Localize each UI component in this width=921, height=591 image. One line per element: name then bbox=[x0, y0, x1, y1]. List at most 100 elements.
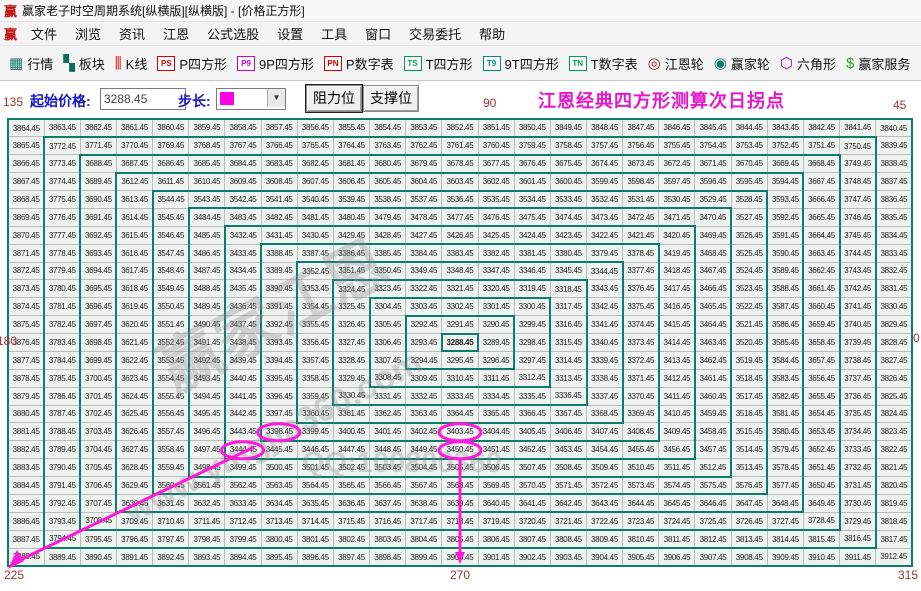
price-cell: 3663.45 bbox=[803, 244, 839, 262]
resistance-button[interactable]: 阻力位 bbox=[306, 85, 362, 112]
toolbar-item-p-square[interactable]: PSP四方形 bbox=[157, 54, 227, 73]
toolbar-item-t-number-table[interactable]: TNT数字表 bbox=[569, 54, 638, 73]
price-cell: 3342.45 bbox=[587, 298, 623, 316]
price-cell: 3656.45 bbox=[803, 369, 839, 387]
price-cell: 3608.45 bbox=[261, 173, 297, 191]
menu-item[interactable]: 公式选股 bbox=[198, 27, 268, 42]
price-cell: 3724.45 bbox=[659, 512, 695, 530]
step-color-combobox[interactable]: ▼ bbox=[216, 88, 286, 110]
toolbar-item-sectors[interactable]: ▚板块 bbox=[63, 54, 105, 73]
price-cell: 3647.45 bbox=[731, 494, 767, 512]
price-cell: 3364.45 bbox=[442, 405, 478, 423]
toolbar-item-winner-service[interactable]: $赢家服务 bbox=[846, 54, 910, 73]
menu-item[interactable]: 设置 bbox=[268, 27, 312, 42]
price-cell: 3729.45 bbox=[840, 512, 876, 530]
menu-item[interactable]: 窗口 bbox=[356, 27, 400, 42]
toolbar-item-p-number-table[interactable]: PNP数字表 bbox=[324, 54, 394, 73]
price-cell: 3498.45 bbox=[189, 459, 225, 477]
price-cell: 3809.45 bbox=[587, 530, 623, 548]
price-cell: 3719.45 bbox=[478, 512, 514, 530]
hexagon-icon: ⬡ bbox=[780, 56, 793, 71]
price-cell: 3686.45 bbox=[153, 155, 189, 173]
price-cell: 3827.45 bbox=[876, 351, 912, 369]
toolbar-item-kline[interactable]: ⫼K线 bbox=[115, 54, 148, 73]
price-cell: 3316.45 bbox=[550, 316, 586, 334]
toolbar-item-label: 江恩轮 bbox=[665, 54, 704, 73]
toolbar-item-hexagon[interactable]: ⬡六角形 bbox=[780, 54, 836, 73]
toolbar-item-market-quotes[interactable]: ▦行情 bbox=[9, 54, 53, 73]
support-button[interactable]: 支撑位 bbox=[363, 85, 419, 112]
price-cell: 3542.45 bbox=[225, 191, 261, 209]
start-price-input[interactable] bbox=[100, 88, 186, 110]
price-cell: 3866.45 bbox=[8, 155, 44, 173]
price-cell: 3757.45 bbox=[587, 137, 623, 155]
price-cell: 3472.45 bbox=[623, 208, 659, 226]
price-cell: 3823.45 bbox=[876, 423, 912, 441]
price-cell: 3708.45 bbox=[80, 512, 116, 530]
price-cell: 3390.45 bbox=[261, 280, 297, 298]
price-cell: 3825.45 bbox=[876, 387, 912, 405]
price-cell: 3746.45 bbox=[840, 208, 876, 226]
price-cell: 3389.45 bbox=[261, 262, 297, 280]
price-cell: 3307.45 bbox=[370, 351, 406, 369]
price-cell: 3755.45 bbox=[659, 137, 695, 155]
price-cell: 3642.45 bbox=[550, 494, 586, 512]
menu-item[interactable]: 江恩 bbox=[154, 27, 198, 42]
price-cell: 3388.45 bbox=[261, 244, 297, 262]
price-cell: 3629.45 bbox=[116, 477, 152, 495]
menu-item[interactable]: 浏览 bbox=[66, 27, 110, 42]
price-cell: 3491.45 bbox=[189, 334, 225, 352]
price-cell: 3464.45 bbox=[695, 316, 731, 334]
price-cell: 3658.45 bbox=[803, 334, 839, 352]
price-cell: 3301.45 bbox=[478, 298, 514, 316]
price-cell: 3783.45 bbox=[44, 334, 80, 352]
price-cell: 3332.45 bbox=[406, 387, 442, 405]
price-cell: 3879.45 bbox=[8, 387, 44, 405]
price-cell: 3562.45 bbox=[225, 477, 261, 495]
price-cell: 3461.45 bbox=[695, 369, 731, 387]
price-cell: 3593.45 bbox=[767, 191, 803, 209]
price-cell: 3776.45 bbox=[44, 208, 80, 226]
toolbar-item-t-square[interactable]: TST四方形 bbox=[404, 54, 473, 73]
menu-item[interactable]: 工具 bbox=[312, 27, 356, 42]
price-cell: 3553.45 bbox=[153, 351, 189, 369]
price-cell: 3627.45 bbox=[116, 441, 152, 459]
chevron-down-icon[interactable]: ▼ bbox=[267, 89, 285, 107]
price-cell: 3857.45 bbox=[261, 119, 297, 137]
price-cell: 3486.45 bbox=[189, 244, 225, 262]
price-cell: 3623.45 bbox=[116, 369, 152, 387]
toolbar-item-9t-square[interactable]: T99T四方形 bbox=[483, 54, 559, 73]
price-cell: 3523.45 bbox=[731, 280, 767, 298]
price-cell: 3687.45 bbox=[116, 155, 152, 173]
price-cell: 3609.45 bbox=[225, 173, 261, 191]
price-cell: 3854.45 bbox=[370, 119, 406, 137]
menu-item[interactable]: 交易委托 bbox=[400, 27, 470, 42]
price-cell: 3351.45 bbox=[333, 262, 369, 280]
price-cell: 3599.45 bbox=[587, 173, 623, 191]
price-cell: 3375.45 bbox=[623, 298, 659, 316]
menu-item[interactable]: 资讯 bbox=[110, 27, 154, 42]
price-cell: 3539.45 bbox=[333, 191, 369, 209]
price-cell: 3621.45 bbox=[116, 334, 152, 352]
price-cell: 3703.45 bbox=[80, 423, 116, 441]
price-cell: 3636.45 bbox=[333, 494, 369, 512]
toolbar-item-gann-wheel[interactable]: ◎江恩轮 bbox=[648, 54, 704, 73]
toolbar-item-winner-wheel[interactable]: ◉赢家轮 bbox=[714, 54, 770, 73]
price-cell: 3810.45 bbox=[623, 530, 659, 548]
price-cell: 3906.45 bbox=[659, 548, 695, 566]
price-cell: 3543.45 bbox=[189, 191, 225, 209]
price-cell: 3448.45 bbox=[370, 441, 406, 459]
price-cell: 3731.45 bbox=[840, 477, 876, 495]
price-cell: 3356.45 bbox=[297, 334, 333, 352]
price-cell: 3785.45 bbox=[44, 369, 80, 387]
menu-item[interactable]: 帮助 bbox=[470, 27, 514, 42]
price-cell: 3550.45 bbox=[153, 298, 189, 316]
price-cell: 3484.45 bbox=[189, 208, 225, 226]
price-cell: 3762.45 bbox=[406, 137, 442, 155]
price-cell: 3509.45 bbox=[587, 459, 623, 477]
price-cell: 3713.45 bbox=[261, 512, 297, 530]
price-cell: 3338.45 bbox=[587, 369, 623, 387]
toolbar-item-9p-square[interactable]: P99P四方形 bbox=[237, 54, 314, 73]
price-cell: 3763.45 bbox=[370, 137, 406, 155]
menu-item[interactable]: 文件 bbox=[22, 27, 66, 42]
